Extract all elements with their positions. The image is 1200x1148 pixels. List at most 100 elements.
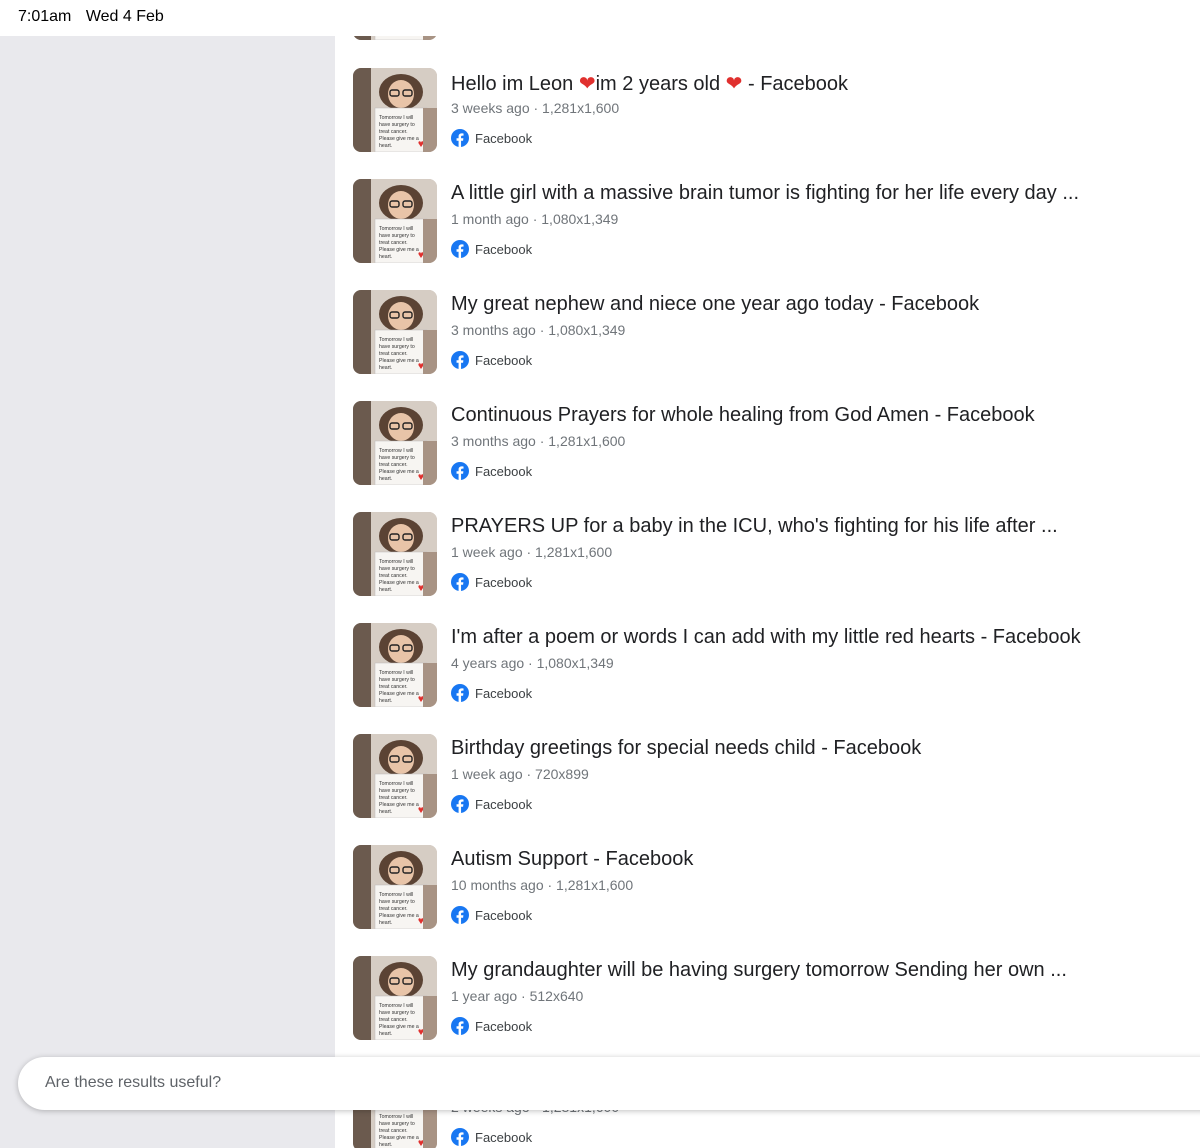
result-source[interactable]: Facebook: [451, 461, 532, 481]
result-thumbnail[interactable]: Tomorrow I willhave surgery totreat canc…: [353, 623, 437, 707]
svg-text:Please give me a: Please give me a: [379, 1024, 419, 1030]
result-partial-top[interactable]: Tomorrow I willhave surgery totreat canc…: [353, 36, 1193, 56]
svg-text:heart.: heart.: [379, 809, 392, 815]
svg-text:Please give me a: Please give me a: [379, 469, 419, 475]
svg-text:Please give me a: Please give me a: [379, 691, 419, 697]
svg-text:Tomorrow I will: Tomorrow I will: [379, 781, 413, 787]
facebook-icon: [451, 462, 475, 480]
svg-text:treat cancer.: treat cancer.: [379, 684, 408, 690]
result-meta: 3 weeks ago · 1,281x1,600: [451, 100, 620, 116]
svg-text:heart.: heart.: [379, 698, 392, 704]
result-item[interactable]: Tomorrow I will have surgery to treat canc…: [353, 623, 1193, 723]
svg-text:Tomorrow I will: Tomorrow I will: [379, 670, 413, 676]
result-title[interactable]: PRAYERS UP for a baby in the ICU, who's …: [451, 515, 1058, 538]
status-bar: 7:01am Wed 4 Feb: [0, 0, 1200, 36]
facebook-icon: [451, 906, 475, 924]
result-thumbnail[interactable]: Tomorrow I willhave surgery totreat canc…: [353, 401, 437, 485]
facebook-icon: [451, 573, 475, 591]
result-source[interactable]: Facebook: [451, 128, 532, 148]
svg-text:heart.: heart.: [379, 1031, 392, 1037]
svg-text:have surgery to: have surgery to: [379, 344, 415, 350]
result-title[interactable]: My great nephew and niece one year ago t…: [451, 293, 979, 316]
svg-text:heart.: heart.: [379, 143, 392, 149]
result-title[interactable]: Autism Support - Facebook: [451, 848, 693, 871]
svg-text:heart.: heart.: [379, 476, 392, 482]
result-item[interactable]: Tomorrow I will have surgery to treat canc…: [353, 290, 1193, 390]
result-title[interactable]: I'm after a poem or words I can add with…: [451, 626, 1081, 649]
result-source[interactable]: Facebook: [451, 1016, 532, 1036]
svg-text:Please give me a: Please give me a: [379, 580, 419, 586]
svg-text:have surgery to: have surgery to: [379, 1010, 415, 1016]
result-item[interactable]: Tomorrow I will have surgery to treat canc…: [353, 734, 1193, 834]
result-meta: 4 years ago · 1,080x1,349: [451, 655, 614, 671]
result-source-label: Facebook: [475, 574, 533, 590]
result-item[interactable]: Tomorrow I will have surgery to treat canc…: [353, 68, 1193, 168]
result-source-label: Facebook: [475, 1018, 533, 1034]
result-source[interactable]: Facebook: [451, 905, 532, 925]
left-pane: [0, 36, 335, 1148]
svg-text:Tomorrow I will: Tomorrow I will: [379, 1114, 413, 1120]
result-title[interactable]: Hello im Leon ❤im 2 years old ❤ - Facebo…: [451, 71, 848, 96]
svg-text:have surgery to: have surgery to: [379, 455, 415, 461]
facebook-icon: [451, 1128, 475, 1146]
heart-emoji: ❤: [578, 73, 596, 95]
result-source[interactable]: Facebook: [451, 1127, 532, 1147]
results-list[interactable]: Tomorrow I will have surgery to treat canc…: [335, 36, 1200, 1148]
result-thumbnail[interactable]: Tomorrow I willhave surgery totreat canc…: [353, 956, 437, 1040]
result-item[interactable]: Tomorrow I will have surgery to treat canc…: [353, 956, 1193, 1056]
svg-text:have surgery to: have surgery to: [379, 677, 415, 683]
svg-text:have surgery to: have surgery to: [379, 566, 415, 572]
facebook-icon: [451, 351, 475, 369]
svg-text:Tomorrow I will: Tomorrow I will: [379, 115, 413, 121]
result-source-label: Facebook: [475, 463, 533, 479]
svg-text:Tomorrow I will: Tomorrow I will: [379, 448, 413, 454]
result-source-label: Facebook: [475, 796, 533, 812]
result-source-label: Facebook: [475, 907, 533, 923]
result-item[interactable]: Tomorrow I will have surgery to treat canc…: [353, 401, 1193, 501]
result-title[interactable]: My grandaughter will be having surgery t…: [451, 959, 1067, 982]
svg-text:Please give me a: Please give me a: [379, 247, 419, 253]
status-date: Wed 4 Feb: [85, 8, 164, 25]
result-title[interactable]: Continuous Prayers for whole healing fro…: [451, 404, 1035, 427]
svg-text:treat cancer.: treat cancer.: [379, 1017, 408, 1023]
result-thumbnail[interactable]: Tomorrow I willhave surgery totreat canc…: [353, 179, 437, 263]
svg-text:treat cancer.: treat cancer.: [379, 1128, 408, 1134]
result-item[interactable]: Tomorrow I will have surgery to treat canc…: [353, 845, 1193, 945]
result-source-label: Facebook: [475, 1129, 533, 1145]
feedback-bar[interactable]: Are these results useful?: [18, 1057, 1200, 1110]
svg-text:treat cancer.: treat cancer.: [379, 462, 408, 468]
svg-text:treat cancer.: treat cancer.: [379, 351, 408, 357]
result-source[interactable]: Facebook: [451, 572, 532, 592]
svg-text:heart.: heart.: [379, 587, 392, 593]
result-thumbnail[interactable]: Tomorrow I willhave surgery totreat canc…: [353, 845, 437, 929]
facebook-icon: [451, 795, 475, 813]
result-source[interactable]: Facebook: [451, 683, 532, 703]
result-title[interactable]: A little girl with a massive brain tumor…: [451, 182, 1079, 205]
result-source[interactable]: Facebook: [451, 350, 532, 370]
svg-text:heart.: heart.: [379, 920, 392, 926]
svg-text:treat cancer.: treat cancer.: [379, 795, 408, 801]
svg-text:Tomorrow I will: Tomorrow I will: [379, 559, 413, 565]
result-item[interactable]: Tomorrow I will have surgery to treat canc…: [353, 512, 1193, 612]
result-meta: 10 months ago · 1,281x1,600: [451, 877, 634, 893]
svg-text:heart.: heart.: [379, 1142, 392, 1148]
result-source[interactable]: Facebook: [451, 794, 532, 814]
result-title[interactable]: Birthday greetings for special needs chi…: [451, 737, 921, 760]
feedback-prompt[interactable]: Are these results useful?: [45, 1074, 221, 1091]
result-meta: 1 year ago · 512x640: [451, 988, 584, 1004]
result-item[interactable]: Tomorrow I will have surgery to treat canc…: [353, 179, 1193, 279]
result-source[interactable]: Facebook: [451, 239, 532, 259]
svg-text:have surgery to: have surgery to: [379, 122, 415, 128]
svg-text:Tomorrow I will: Tomorrow I will: [379, 226, 413, 232]
result-thumbnail[interactable]: Tomorrow I willhave surgery totreat canc…: [353, 36, 437, 40]
result-meta: 3 months ago · 1,281x1,600: [451, 433, 626, 449]
svg-text:heart.: heart.: [379, 36, 392, 37]
facebook-icon: [451, 240, 475, 258]
svg-text:treat cancer.: treat cancer.: [379, 240, 408, 246]
result-meta: 3 months ago · 1,080x1,349: [451, 322, 626, 338]
result-thumbnail[interactable]: Tomorrow I willhave surgery totreat canc…: [353, 734, 437, 818]
result-thumbnail[interactable]: Tomorrow I willhave surgery totreat canc…: [353, 68, 437, 152]
result-thumbnail[interactable]: Tomorrow I willhave surgery totreat canc…: [353, 512, 437, 596]
svg-text:Please give me a: Please give me a: [379, 913, 419, 919]
result-thumbnail[interactable]: Tomorrow I willhave surgery totreat canc…: [353, 290, 437, 374]
